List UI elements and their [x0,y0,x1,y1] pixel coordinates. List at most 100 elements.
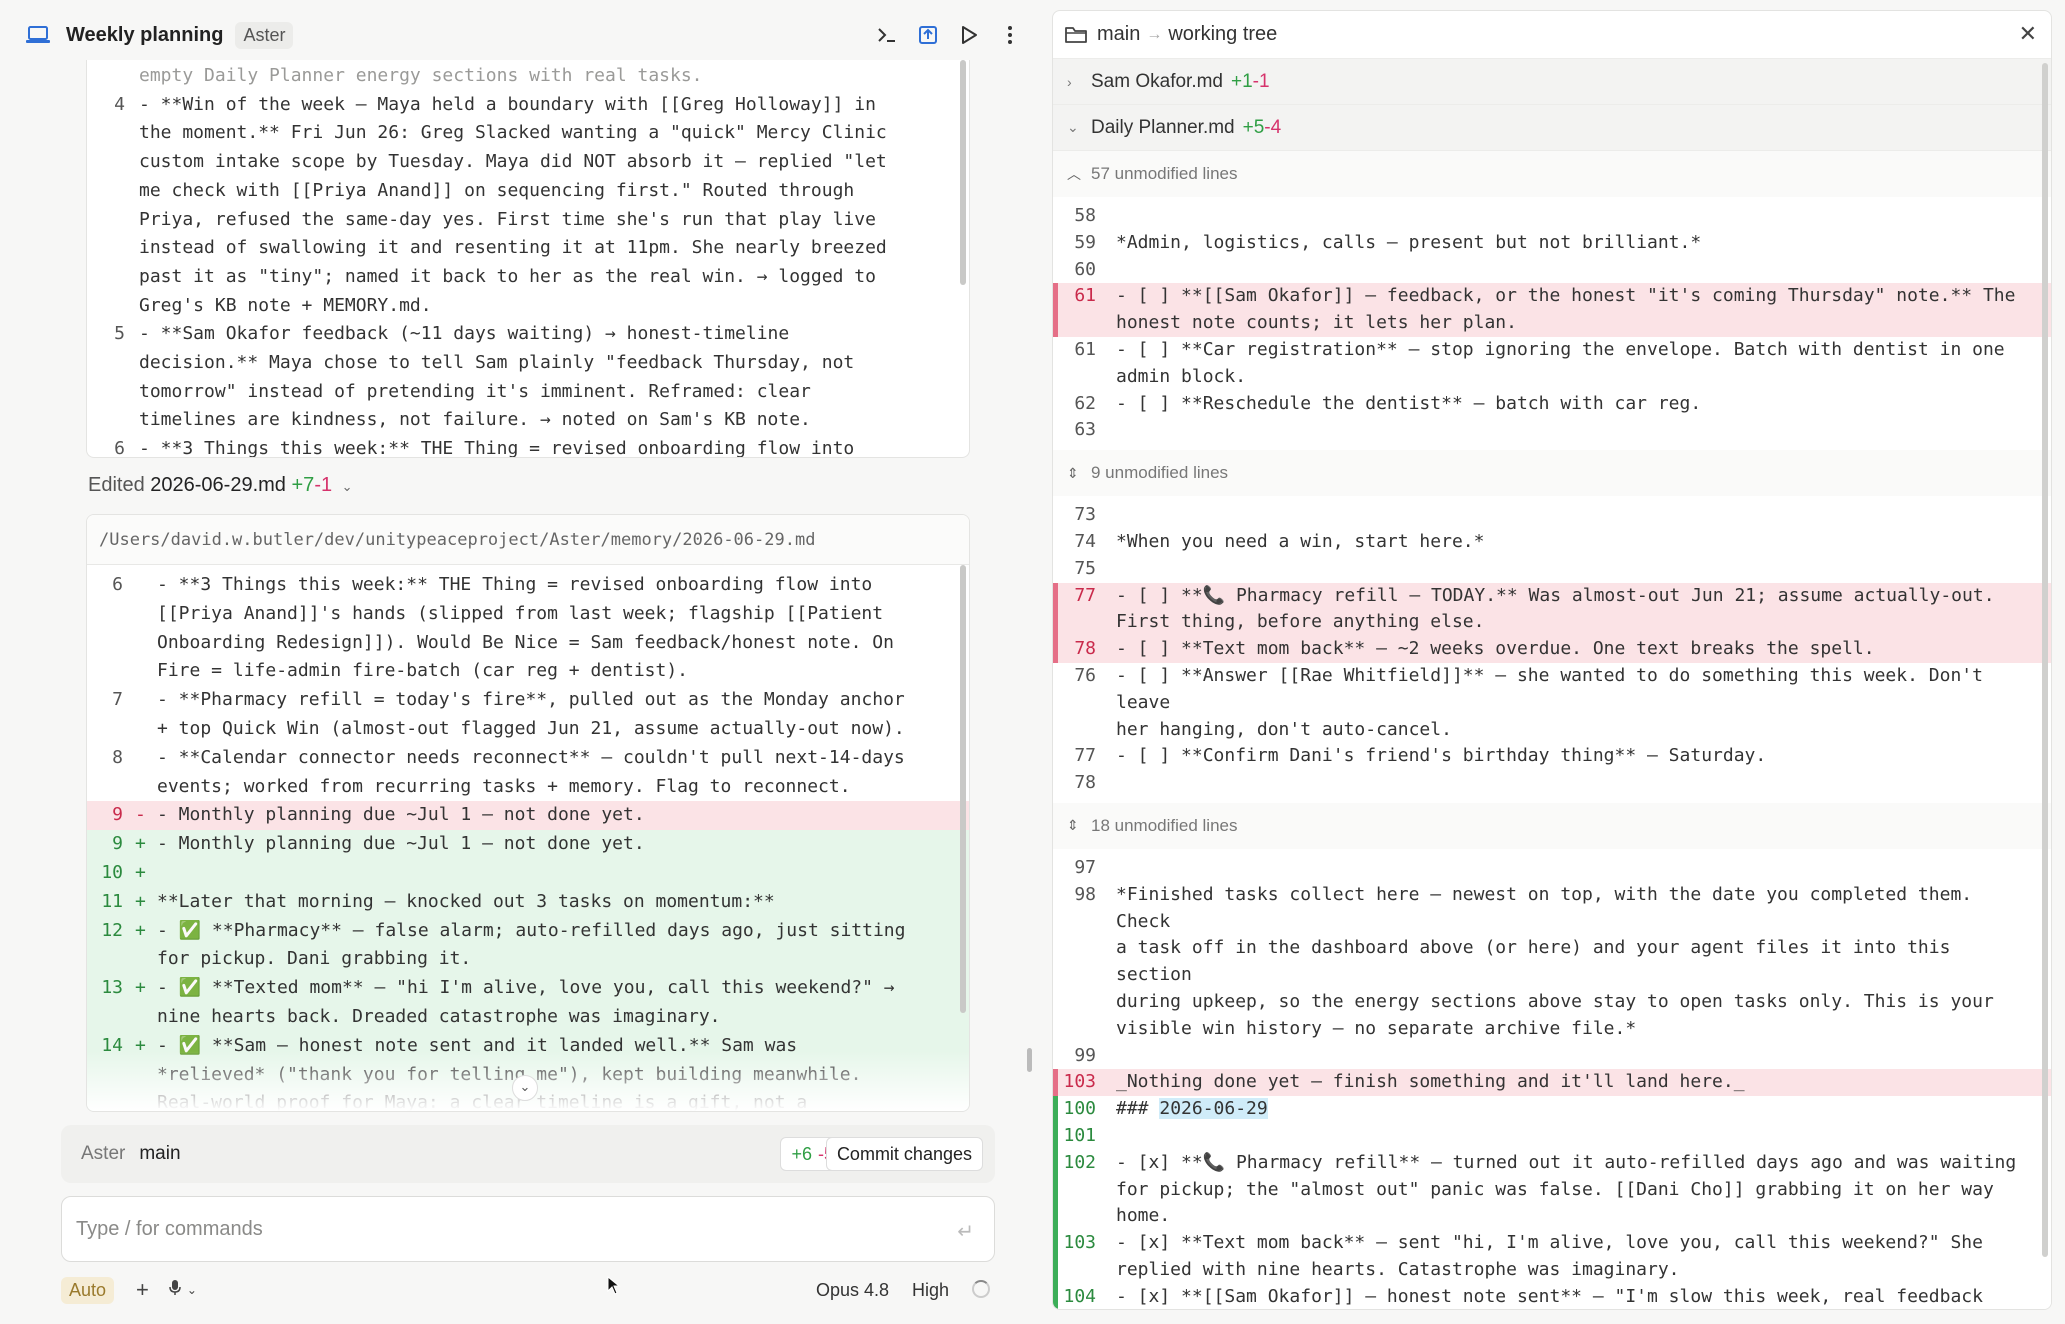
diff-marker [135,773,157,802]
export-icon[interactable] [907,22,948,48]
plus-icon[interactable]: + [136,1277,149,1303]
line-number [1058,1257,1116,1284]
review-diff-line: 60 [1053,257,2051,284]
file-header[interactable]: › Sam Okafor.md +1 -1 [1053,59,2051,105]
edited-file-summary[interactable]: Edited 2026-06-29.md +7-1 ⌄ [88,474,353,497]
model-selector[interactable]: Opus 4.8 [816,1280,889,1301]
review-diff-line: during upkeep, so the energy sections ab… [1053,989,2051,1016]
unmodified-label: 57 unmodified lines [1091,164,1238,183]
chevron-down-icon[interactable]: ⌄ [187,1283,197,1297]
diff-marker [135,571,157,600]
diff-line: 9 + - Monthly planning due ~Jul 1 — not do… [87,830,969,859]
enter-icon[interactable]: ↵ [957,1219,974,1244]
chevron-down-icon[interactable]: ⌄ [342,479,353,494]
mode-toggle[interactable]: Auto [61,1276,115,1304]
diff-marker [135,715,157,744]
header-actions [866,22,1030,48]
command-input[interactable] [76,1217,926,1241]
review-diff-line: 78 - [ ] **Text mom back** — ~2 weeks ove… [1053,636,2051,663]
line-text: custom intake scope by Tuesday. Maya did… [139,151,887,173]
close-icon[interactable]: ✕ [2019,21,2037,47]
terminal-icon[interactable] [866,22,907,48]
unmodified-lines-toggle[interactable]: ︿ 57 unmodified lines [1053,151,2051,197]
line-number: 4 [114,93,125,115]
review-diff-line: 62 - [ ] **Reschedule the dentist** — bat… [1053,391,2051,418]
output-scrollbar[interactable] [960,60,966,285]
line-number [1058,609,1116,636]
review-diff-line: 78 [1053,770,2051,797]
review-scrollbar[interactable] [2042,63,2048,1257]
line-number: 6 [112,574,123,595]
review-diff-line: 77 - [ ] **📞 Pharmacy refill — TODAY.** W… [1053,582,2051,610]
file-header[interactable]: ⌄ Daily Planner.md +5 -4 [1053,105,2051,151]
review-diff-line: 97 [1053,855,2051,882]
more-icon[interactable] [989,22,1030,48]
expand-icon[interactable]: ⇕ [1067,817,1091,834]
line-number [87,715,135,744]
play-icon[interactable] [948,22,989,48]
line-text: decision.** Maya chose to tell Sam plain… [139,352,855,374]
line-text: for pickup; the "almost out" panic was f… [1116,1178,1994,1200]
line-text: - [ ] **Confirm Dani's friend's birthday… [1116,745,1767,767]
unmodified-lines-toggle[interactable]: ⇕ 18 unmodified lines [1053,802,2051,849]
review-diff-line: 58 [1053,203,2051,230]
line-text: visible win history — no separate archiv… [1116,1017,1637,1039]
composer: ↵ [61,1196,995,1262]
commit-changes-button[interactable]: Commit changes [825,1137,983,1171]
diff-marker: + [135,890,146,912]
diff-line: 8 - **Calendar connector needs reconnect*… [87,744,969,773]
diff-marker: + [135,977,146,999]
line-text: [[Priya Anand]]'s hands (slipped from la… [157,602,884,624]
unmodified-label: 9 unmodified lines [1091,463,1229,483]
line-number: 76 [1074,664,1096,686]
effort-selector[interactable]: High [912,1280,949,1301]
scroll-down-icon[interactable]: ⌄ [512,1075,538,1101]
diff-marker [135,657,157,686]
line-text: - **3 Things this week:** THE Thing = re… [139,438,855,458]
line-text: - **3 Things this week:** THE Thing = re… [157,574,873,595]
chevron-right-icon[interactable]: › [1067,74,1091,90]
line-text [1116,257,2051,284]
chevron-down-icon[interactable]: ⌄ [1067,119,1091,136]
line-text [1116,417,2051,444]
diff-marker: + [135,833,146,855]
review-pane: main → working tree ✕ › Sam Okafor.md +1 -1… [1052,10,2052,1310]
diff-scrollbar[interactable] [960,565,966,1013]
output-line: timelines are kindness, not failure. → n… [87,406,969,435]
output-line: custom intake scope by Tuesday. Maya did… [87,148,969,177]
line-number: 60 [1074,258,1096,280]
diff-marker [135,600,157,629]
branch-name[interactable]: main [139,1143,180,1165]
file-added-count: +5 [1242,116,1265,138]
review-diff-line: home. [1053,1203,2051,1231]
output-line: decision.** Maya chose to tell Sam plain… [87,349,969,378]
line-text: tomorrow" instead of pretending it's imm… [139,380,811,402]
line-number: 78 [1074,772,1096,794]
unmodified-lines-toggle[interactable]: ⇕ 9 unmodified lines [1053,450,2051,497]
mic-icon[interactable] [169,1279,181,1301]
diff-line: 7 - **Pharmacy refill = today's fire**, p… [87,686,969,715]
line-text: *Admin, logistics, calls — present but n… [1116,231,1702,253]
review-diff-line: 76 - [ ] **Answer [[Rae Whitfield]]** — s… [1053,663,2051,717]
diff-marker [135,945,157,974]
review-context: working tree [1168,23,1278,45]
line-text: Greg's KB note + MEMORY.md. [139,294,432,316]
pane-resize-handle[interactable] [1027,1048,1032,1072]
line-number: 104 [1063,1285,1096,1307]
diff-marker [135,744,157,773]
line-text: - [ ] **Reschedule the dentist** — batch… [1116,392,1702,414]
line-number: 61 [1074,338,1096,360]
line-number [87,292,139,321]
line-number [87,177,139,206]
line-text: - **Calendar connector needs reconnect**… [157,746,905,768]
expand-icon[interactable]: ︿ [1067,164,1091,184]
line-number [1058,310,1116,337]
line-text: the moment.** Fri Jun 26: Greg Slacked w… [139,122,887,144]
line-number: 101 [1063,1124,1096,1146]
output-line: 5 - **Sam Okafor feedback (~11 days waiti… [87,320,969,349]
review-branch[interactable]: main [1097,23,1140,46]
diff-line: for pickup. Dani grabbing it. [87,945,969,975]
expand-icon[interactable]: ⇕ [1067,465,1091,482]
line-text: - [ ] **Answer [[Rae Whitfield]]** — she… [1116,664,1994,713]
line-text: *Finished tasks collect here — newest on… [1116,883,1983,932]
